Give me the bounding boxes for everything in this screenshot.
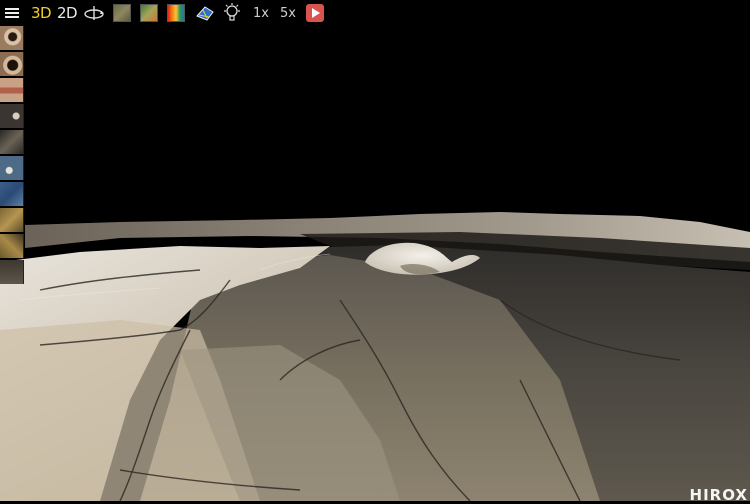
texture-natural-icon[interactable] [113,2,131,24]
thumbnail-eye-closeup-1[interactable] [0,26,24,50]
mode-2d-button[interactable]: 2D [57,2,78,24]
zoom-1x-button[interactable]: 1x [252,2,270,24]
mesh-icon[interactable] [195,2,215,24]
play-button[interactable] [305,2,325,24]
3d-viewport[interactable] [0,0,750,501]
texture-green-icon[interactable] [140,2,158,24]
mode-3d-button[interactable]: 3D [31,2,52,24]
thumbnail-strip [0,26,24,286]
heatmap-icon[interactable] [167,2,185,24]
surface-render [0,212,750,501]
thumbnail-eye-closeup-2[interactable] [0,52,24,76]
zoom-5x-button[interactable]: 5x [279,2,297,24]
play-icon [306,4,324,22]
menu-icon[interactable] [4,2,20,24]
thumbnail-gold-detail-2[interactable] [0,234,24,258]
toolbar: 3D 2D 1x 5x [0,0,340,26]
thumbnail-dark-detail-1[interactable] [0,104,24,128]
thumbnail-lips-closeup[interactable] [0,78,24,102]
lightbulb-icon[interactable] [222,2,242,24]
thumbnail-blue-detail-1[interactable] [0,156,24,180]
thumbnail-blue-detail-2[interactable] [0,182,24,206]
thumbnail-dark-detail-2[interactable] [0,130,24,154]
thumbnail-gold-detail-1[interactable] [0,208,24,232]
brand-logo: HIROX [689,486,748,504]
rotate-axis-icon[interactable] [83,2,105,24]
thumbnail-dark-detail-3[interactable] [0,260,24,284]
